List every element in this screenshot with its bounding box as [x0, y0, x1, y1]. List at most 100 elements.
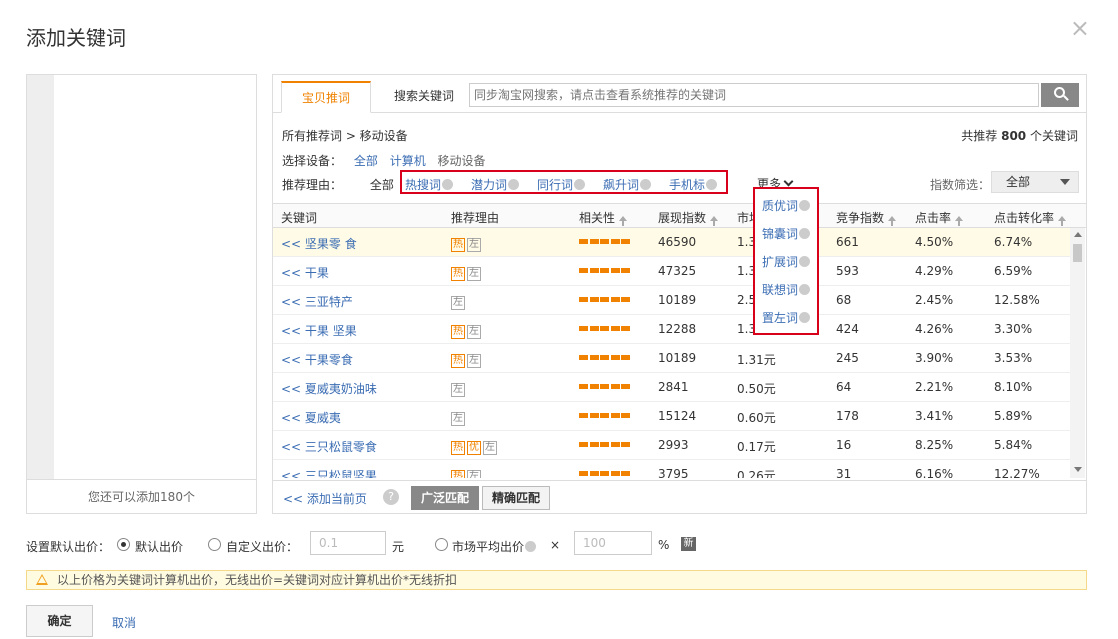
tab-bar: 宝贝推词 搜索关键词 — [273, 75, 1086, 113]
help-icon — [525, 541, 537, 552]
broad-match-button[interactable]: 广泛匹配 — [411, 486, 480, 510]
dropdown-item-associate[interactable]: 联想词 — [762, 281, 811, 298]
reason-label: 推荐理由： — [282, 178, 343, 192]
reason-badge: 左 — [451, 383, 465, 397]
tab-item-recommend[interactable]: 宝贝推词 — [281, 81, 371, 113]
sort-icon — [710, 216, 719, 226]
conversion-rate: 12.58% — [994, 293, 1040, 307]
dropdown-item-left[interactable]: 置左词 — [762, 309, 811, 326]
relevance-bar — [579, 384, 631, 389]
reason-badge: 左 — [467, 267, 481, 281]
relevance-dash — [621, 355, 630, 360]
keyword-link[interactable]: << 三只松鼠坚果 — [281, 467, 377, 478]
impression-index: 47325 — [658, 264, 697, 278]
reason-all[interactable]: 全部 — [370, 178, 394, 192]
radio-market-bid[interactable] — [435, 538, 448, 551]
col-impression[interactable]: 展现指数 — [658, 209, 719, 226]
exact-match-button[interactable]: 精确匹配 — [482, 486, 551, 510]
relevance-bar — [579, 413, 631, 418]
relevance-dash — [589, 471, 599, 476]
table-scrollbar[interactable] — [1070, 228, 1085, 478]
reason-mobile[interactable]: 手机标 — [669, 176, 718, 193]
index-filter-select[interactable]: 全部 — [991, 171, 1079, 193]
keyword-link[interactable]: << 夏威夷奶油味 — [281, 380, 377, 397]
reason-badges: 热左 — [451, 322, 483, 339]
table-row[interactable]: << 干果热左 47325 1.3 593 4.29% 6.59% — [273, 257, 1070, 286]
market-price: 0.50元 — [737, 382, 776, 396]
help-icon[interactable]: ? — [383, 489, 399, 505]
tab-search-keyword[interactable]: 搜索关键词 — [383, 81, 465, 113]
reason-peer[interactable]: 同行词 — [537, 176, 586, 193]
impression-index: 10189 — [658, 351, 697, 365]
relevance-dash — [621, 471, 630, 476]
device-option-mobile[interactable]: 移动设备 — [438, 154, 486, 168]
relevance-dash — [589, 355, 599, 360]
dropdown-item-extend[interactable]: 扩展词 — [762, 253, 811, 270]
relevance-bar — [579, 239, 631, 244]
table-row[interactable]: << 夏威夷 左 15124 0.60元 178 3.41% 5.89% — [273, 402, 1070, 431]
keyword-link[interactable]: << 夏威夷 — [281, 409, 341, 426]
relevance-dash — [600, 471, 609, 476]
relevance-dash — [600, 239, 609, 244]
add-current-page-button[interactable]: << 添加当前页 — [283, 490, 367, 507]
table-row[interactable]: << 干果零食 热左 10189 1.31元 245 3.90% 3.53% — [273, 344, 1070, 373]
scroll-up-icon[interactable] — [1074, 232, 1082, 237]
reason-hot[interactable]: 热搜词 — [405, 176, 454, 193]
device-option-pc[interactable]: 计算机 — [390, 154, 426, 168]
col-ctr[interactable]: 点击率 — [915, 209, 964, 226]
keyword-link[interactable]: << 三只松鼠零食 — [281, 438, 377, 455]
table-row[interactable]: << 干果 坚果热左 12288 1.3 424 4.26% 3.30% — [273, 315, 1070, 344]
relevance-dash — [610, 355, 620, 360]
col-cvr[interactable]: 点击转化率 — [994, 209, 1067, 226]
col-relevance[interactable]: 相关性 — [579, 209, 628, 226]
reason-badge: 左 — [483, 441, 497, 455]
search-button[interactable] — [1041, 83, 1079, 107]
keyword-link[interactable]: << 坚果零 食 — [281, 235, 357, 252]
table-row[interactable]: << 三亚特产左 10189 2.5 68 2.45% 12.58% — [273, 286, 1070, 315]
table-row[interactable]: << 三只松鼠零食 热优左 2993 0.17元 16 8.25% 5.84% — [273, 431, 1070, 460]
help-icon — [508, 179, 520, 190]
relevance-dash — [600, 326, 609, 331]
keyword-link[interactable]: << 干果 — [281, 264, 329, 281]
custom-bid-input[interactable]: 0.1 — [310, 531, 386, 555]
keyword-link[interactable]: << 干果零食 — [281, 351, 353, 368]
scroll-thumb[interactable] — [1073, 244, 1082, 262]
relevance-dash — [610, 326, 620, 331]
radio-default-bid[interactable] — [117, 538, 130, 551]
click-rate: 4.26% — [915, 322, 954, 336]
reason-rising[interactable]: 飙升词 — [603, 176, 652, 193]
col-competition[interactable]: 竞争指数 — [836, 209, 897, 226]
breadcrumb: 所有推荐词 > 移动设备 — [282, 129, 408, 143]
dropdown-item-quality[interactable]: 质优词 — [762, 197, 811, 214]
confirm-button[interactable]: 确定 — [26, 605, 93, 637]
scroll-down-icon[interactable] — [1074, 467, 1082, 472]
default-bid-label: 默认出价 — [135, 540, 184, 554]
device-option-all[interactable]: 全部 — [354, 154, 378, 168]
relevance-dash — [589, 442, 599, 447]
relevance-bar — [579, 471, 631, 476]
keyword-link[interactable]: << 三亚特产 — [281, 293, 353, 310]
reason-potential[interactable]: 潜力词 — [471, 176, 520, 193]
table-row[interactable]: << 夏威夷奶油味 左 2841 0.50元 64 2.21% 8.10% — [273, 373, 1070, 402]
reason-badge: 左 — [467, 354, 481, 368]
table-row[interactable]: << 坚果零 食热左 46590 1.3 661 4.50% 6.74% — [273, 228, 1070, 257]
reason-badge: 热 — [451, 441, 465, 455]
market-percent-input[interactable]: 100 — [574, 531, 652, 555]
search-input[interactable] — [469, 83, 1039, 107]
radio-custom-bid[interactable] — [208, 538, 221, 551]
reason-badge: 热 — [451, 354, 465, 368]
relevance-dash — [579, 239, 588, 244]
dialog-title: 添加关键词 — [26, 26, 126, 50]
reason-badge: 左 — [451, 296, 465, 310]
relevance-dash — [600, 268, 609, 273]
cancel-link[interactable]: 取消 — [112, 614, 136, 631]
yuan-unit: 元 — [392, 540, 405, 554]
help-icon — [799, 200, 811, 211]
reason-badges: 热左 — [451, 351, 483, 368]
impression-index: 46590 — [658, 235, 697, 249]
conversion-rate: 12.27% — [994, 467, 1040, 478]
close-icon[interactable]: × — [1070, 14, 1090, 42]
dropdown-item-tips[interactable]: 锦囊词 — [762, 225, 811, 242]
table-row[interactable]: << 三只松鼠坚果 热左 3795 0.26元 31 6.16% 12.27% — [273, 460, 1070, 478]
keyword-link[interactable]: << 干果 坚果 — [281, 322, 357, 339]
